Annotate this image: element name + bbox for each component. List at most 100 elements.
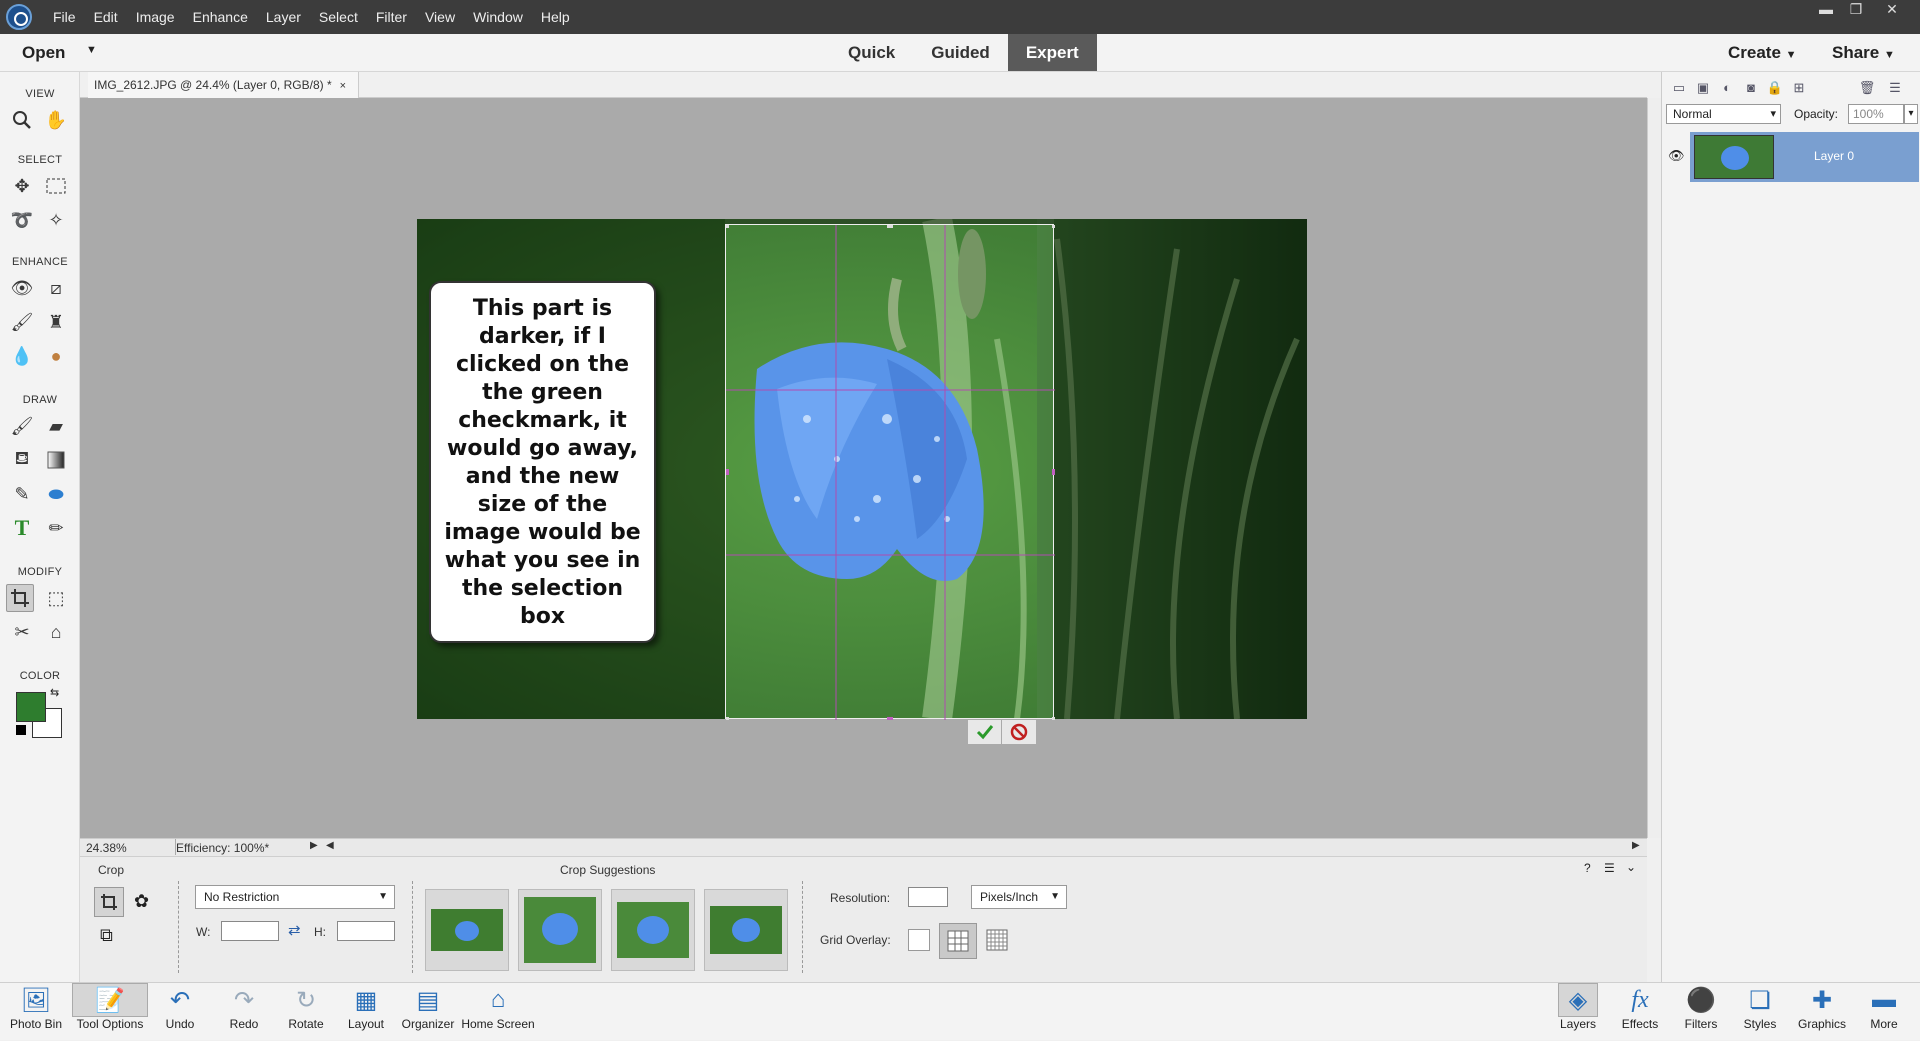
crop-selection-box[interactable] [725, 224, 1055, 720]
menu-layer[interactable]: Layer [257, 9, 310, 25]
restore-button[interactable]: ❐ [1842, 0, 1870, 18]
opacity-field[interactable]: 100% [1848, 104, 1904, 124]
menu-enhance[interactable]: Enhance [184, 9, 257, 25]
height-field[interactable] [337, 921, 395, 941]
layout-button[interactable]: ▦ Layout [344, 983, 388, 1041]
red-eye-icon[interactable]: 👁 [8, 274, 36, 302]
ellipse-shape-icon[interactable]: ⬬ [42, 480, 70, 508]
menu-window[interactable]: Window [464, 9, 532, 25]
graphics-button[interactable]: ✚ Graphics [1796, 983, 1848, 1041]
content-aware-move-icon[interactable]: ✂ [8, 618, 36, 646]
home-screen-button[interactable]: ⌂ Home Screen [460, 983, 536, 1041]
zoom-icon[interactable] [8, 106, 36, 134]
sponge-icon[interactable]: ● [42, 342, 70, 370]
more-button[interactable]: ▬ More [1862, 983, 1906, 1041]
close-window-button[interactable]: ✕ [1878, 0, 1906, 18]
pencil-icon[interactable]: ✏ [42, 514, 70, 542]
blend-mode-select[interactable]: Normal [1666, 104, 1781, 124]
create-menu-button[interactable]: Create ▼ [1728, 43, 1797, 63]
open-dropdown-icon[interactable]: ▼ [86, 44, 97, 56]
crop-suggestion-3[interactable] [611, 889, 695, 971]
help-icon[interactable]: ? [1584, 861, 1591, 875]
redo-button[interactable]: ↷ Redo [224, 983, 264, 1041]
adjustment-layer-icon[interactable]: ◐ [1718, 80, 1736, 96]
swap-colors-icon[interactable]: ⇆ [50, 686, 59, 699]
perspective-crop-icon[interactable]: ⧉ [100, 925, 113, 946]
delete-layer-icon[interactable]: 🗑 [1858, 80, 1876, 96]
canvas-area[interactable]: This part is darker, if I clicked on the… [80, 98, 1647, 838]
layer-mask-icon[interactable]: ◙ [1742, 80, 1760, 96]
paint-bucket-icon[interactable]: ⛾ [8, 446, 36, 474]
undo-button[interactable]: ↶ Undo [160, 983, 200, 1041]
panel-menu-icon[interactable]: ☰ [1886, 80, 1904, 96]
menu-image[interactable]: Image [127, 9, 184, 25]
styles-button[interactable]: ❏ Styles [1740, 983, 1780, 1041]
grid-none-button[interactable] [908, 929, 930, 951]
gradient-icon[interactable] [42, 446, 70, 474]
aspect-restriction-select[interactable]: No Restriction ▼ [195, 885, 395, 909]
move-icon[interactable]: ✥ [8, 172, 36, 200]
resolution-unit-select[interactable]: Pixels/Inch ▼ [971, 885, 1067, 909]
grid-thirds-button[interactable] [939, 923, 977, 959]
lock-all-icon[interactable]: 🔒 [1766, 80, 1784, 96]
share-menu-button[interactable]: Share ▼ [1832, 43, 1895, 63]
rotate-button[interactable]: ↻ Rotate [284, 983, 328, 1041]
scroll-left-icon[interactable]: ◀ [326, 840, 334, 851]
collapse-options-icon[interactable]: ⌄ [1626, 860, 1636, 874]
grid-full-button[interactable] [986, 929, 1008, 954]
menu-help[interactable]: Help [532, 9, 579, 25]
recompose-icon[interactable]: ⬚ [42, 584, 70, 612]
blur-icon[interactable]: 💧 [8, 342, 36, 370]
crop-icon[interactable] [6, 584, 34, 612]
width-field[interactable] [221, 921, 279, 941]
layer-name[interactable]: Layer 0 [1814, 149, 1854, 163]
new-layer-icon[interactable]: ▭ [1670, 80, 1688, 96]
layers-panel-button[interactable]: ◈ Layers [1558, 983, 1598, 1041]
menu-view[interactable]: View [416, 9, 464, 25]
hand-icon[interactable]: ✋ [42, 106, 70, 134]
type-icon[interactable]: T [8, 514, 36, 542]
tab-expert[interactable]: Expert [1007, 34, 1097, 71]
brush-icon[interactable]: 🖌 [8, 412, 36, 440]
menu-filter[interactable]: Filter [367, 9, 416, 25]
lock-transparent-icon[interactable]: ⊞ [1790, 80, 1808, 96]
marquee-icon[interactable] [42, 172, 70, 200]
effects-button[interactable]: fx Effects [1618, 983, 1662, 1041]
crop-suggestion-4[interactable] [704, 889, 788, 971]
menu-file[interactable]: File [44, 9, 85, 25]
opacity-dropdown-icon[interactable]: ▾ [1904, 104, 1918, 124]
tab-guided[interactable]: Guided [913, 34, 1008, 71]
crop-suggestion-2[interactable] [518, 889, 602, 971]
filters-button[interactable]: ⚫ Filters [1680, 983, 1722, 1041]
organizer-button[interactable]: ▤ Organizer [400, 983, 456, 1041]
visibility-eye-icon[interactable]: 👁 [1668, 148, 1685, 164]
foreground-color-swatch-top[interactable] [16, 692, 46, 722]
menu-edit[interactable]: Edit [85, 9, 127, 25]
crop-standard-button[interactable] [94, 887, 124, 917]
vertical-scrollbar[interactable] [1647, 98, 1661, 838]
healing-brush-icon[interactable]: ⧄ [42, 274, 70, 302]
crop-suggestion-1[interactable] [425, 889, 509, 971]
clone-stamp-icon[interactable]: ♜ [42, 308, 70, 336]
options-menu-icon[interactable]: ☰ [1604, 861, 1615, 875]
eraser-icon[interactable]: ▰ [42, 412, 70, 440]
close-tab-icon[interactable]: × [340, 80, 346, 92]
menu-select[interactable]: Select [310, 9, 367, 25]
tool-options-button[interactable]: 📝 Tool Options [72, 983, 148, 1041]
status-menu-arrow-icon[interactable]: ▶ [310, 840, 318, 851]
commit-crop-button[interactable] [968, 720, 1002, 744]
resolution-field[interactable] [908, 887, 948, 907]
default-colors-icon[interactable] [16, 725, 26, 735]
lasso-icon[interactable]: ➰ [8, 206, 36, 234]
photo-bin-button[interactable]: 🖼 Photo Bin [8, 983, 64, 1041]
magic-wand-icon[interactable]: ✧ [42, 206, 70, 234]
new-group-icon[interactable]: ▣ [1694, 80, 1712, 96]
document-tab[interactable]: IMG_2612.JPG @ 24.4% (Layer 0, RGB/8) * × [88, 72, 360, 98]
smart-brush-icon[interactable]: 🖌 [8, 308, 36, 336]
open-button[interactable]: Open [22, 43, 65, 63]
minimize-button[interactable]: ▬ [1812, 0, 1840, 18]
tab-quick[interactable]: Quick [830, 34, 913, 71]
straighten-icon[interactable]: ⌂ [42, 618, 70, 646]
swap-dimensions-icon[interactable]: ⇄ [288, 921, 301, 939]
scroll-right-icon[interactable]: ▶ [1632, 840, 1640, 851]
